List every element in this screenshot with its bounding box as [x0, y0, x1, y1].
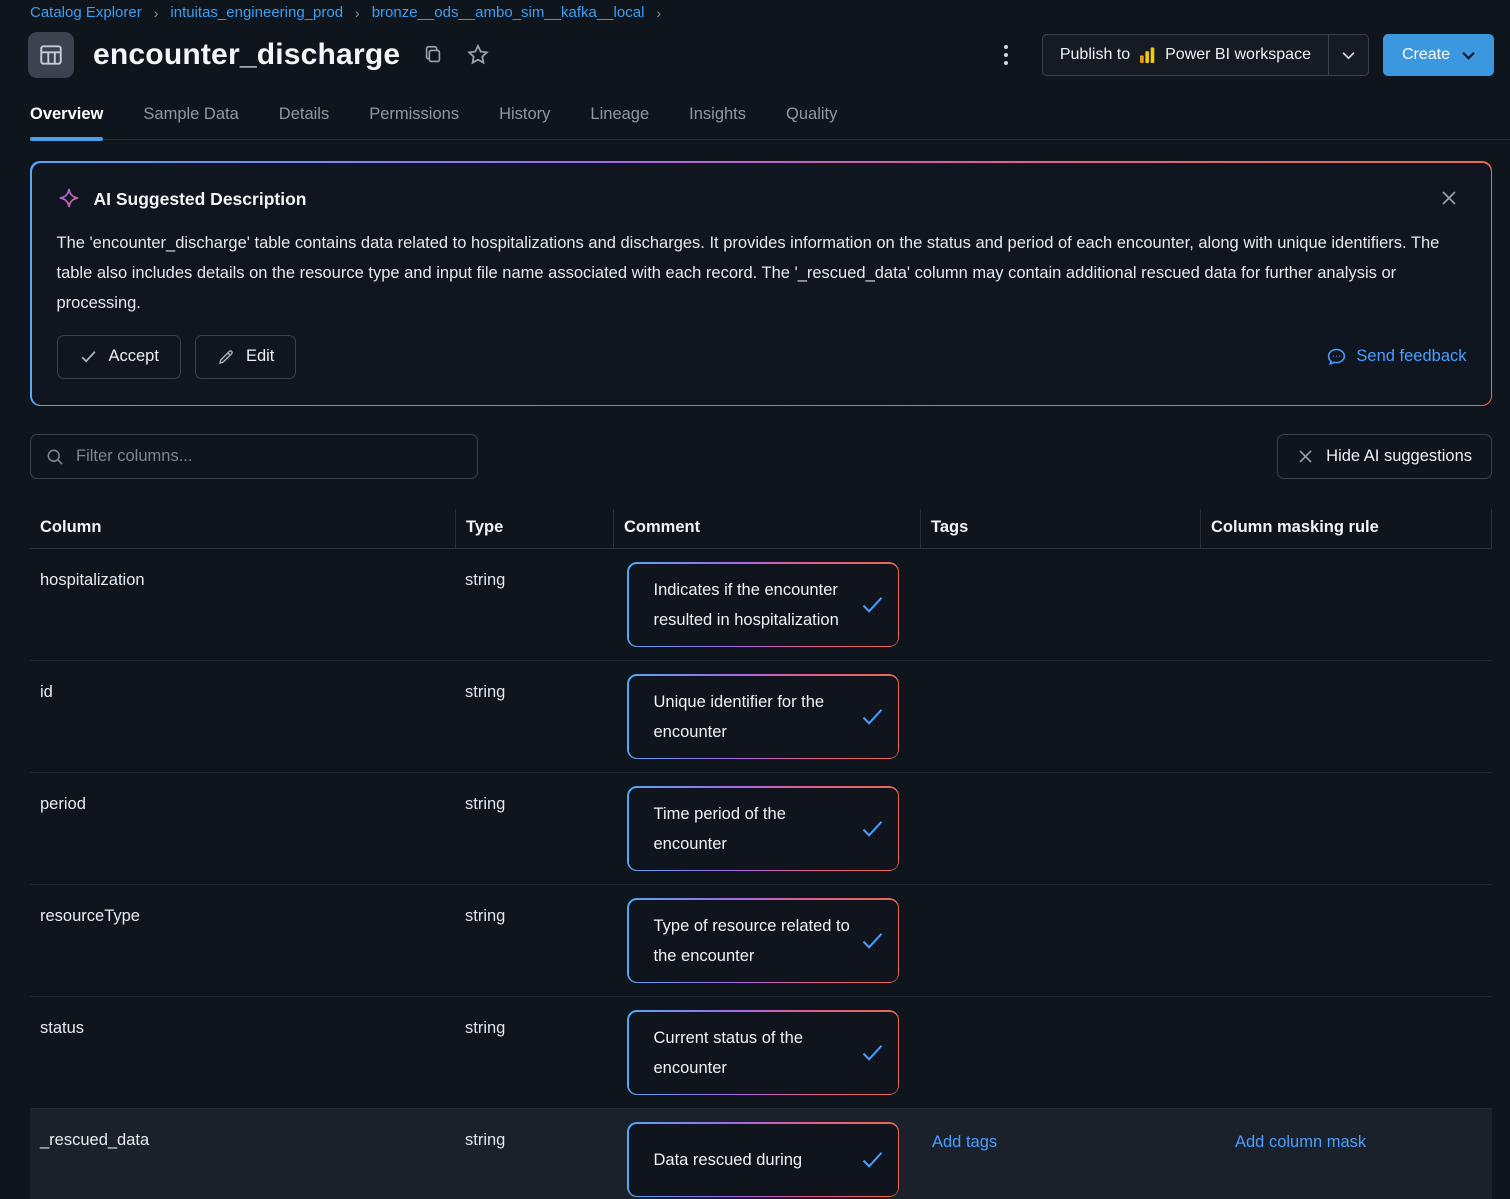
accept-comment-check-icon[interactable] [859, 815, 886, 842]
header-masking-rule: Column masking rule [1200, 509, 1492, 548]
header-comment: Comment [613, 509, 920, 548]
columns-table: Column Type Comment Tags Column masking … [30, 509, 1492, 1199]
publish-powerbi-button[interactable]: Publish to Power BI workspace [1043, 35, 1328, 75]
column-type: string [455, 885, 613, 996]
comment-text: Unique identifier for the encounter [654, 687, 853, 747]
title-row: encounter_discharge Publish to [28, 32, 1494, 78]
filter-columns-box [30, 434, 478, 479]
publish-prefix-label: Publish to [1060, 46, 1130, 64]
send-feedback-label: Send feedback [1356, 347, 1466, 366]
comment-text: Indicates if the encounter resulted in h… [654, 575, 853, 635]
ai-description-panel: AI Suggested Description The 'encounter_… [30, 161, 1492, 406]
column-name: id [30, 661, 455, 772]
tab-history[interactable]: History [499, 105, 550, 139]
accept-comment-check-icon[interactable] [859, 591, 886, 618]
table-row: period string Time period of the encount… [30, 773, 1492, 885]
add-tags-link[interactable]: Add tags [932, 1133, 997, 1152]
breadcrumb-catalog-explorer[interactable]: Catalog Explorer [30, 4, 142, 21]
header-column: Column [30, 509, 455, 548]
chevron-down-icon [1462, 51, 1475, 60]
header-tags: Tags [920, 509, 1200, 548]
comment-text: Time period of the encounter [654, 799, 853, 859]
page-title: encounter_discharge [93, 38, 400, 72]
x-icon [1297, 448, 1314, 465]
ai-comment-suggestion: Time period of the encounter [627, 786, 899, 871]
create-button[interactable]: Create [1383, 34, 1494, 76]
publish-dropdown-chevron-icon[interactable] [1328, 35, 1368, 75]
tab-details[interactable]: Details [279, 105, 329, 139]
breadcrumb-separator: › [656, 5, 661, 21]
breadcrumb-schema[interactable]: bronze__ods__ambo_sim__kafka__local [372, 4, 645, 21]
breadcrumb-separator: › [355, 5, 360, 21]
column-name: hospitalization [30, 549, 455, 660]
ai-comment-suggestion: Unique identifier for the encounter [627, 674, 899, 759]
send-feedback-link[interactable]: Send feedback [1326, 346, 1466, 367]
breadcrumb: Catalog Explorer › intuitas_engineering_… [0, 0, 1510, 21]
hide-ai-suggestions-button[interactable]: Hide AI suggestions [1277, 434, 1492, 479]
column-name: resourceType [30, 885, 455, 996]
column-type: string [455, 997, 613, 1108]
accept-comment-check-icon[interactable] [859, 1146, 886, 1173]
comment-text: Data rescued during [654, 1145, 853, 1175]
copy-name-icon[interactable] [420, 42, 446, 68]
powerbi-icon [1139, 47, 1156, 64]
ai-comment-suggestion: Type of resource related to the encounte… [627, 898, 899, 983]
publish-split-button: Publish to Power BI workspace [1042, 34, 1369, 76]
accept-comment-check-icon[interactable] [859, 1039, 886, 1066]
column-type: string [455, 661, 613, 772]
more-actions-kebab-icon[interactable] [994, 39, 1018, 71]
accept-label: Accept [109, 347, 159, 366]
edit-label: Edit [246, 347, 274, 366]
column-name: status [30, 997, 455, 1108]
column-type: string [455, 773, 613, 884]
edit-button[interactable]: Edit [195, 335, 296, 379]
ai-sparkle-icon [57, 187, 81, 211]
header-type: Type [455, 509, 613, 548]
tab-bar: Overview Sample Data Details Permissions… [30, 105, 1510, 140]
hide-ai-label: Hide AI suggestions [1326, 447, 1472, 466]
column-type: string [455, 549, 613, 660]
table-icon [28, 32, 74, 78]
close-icon[interactable] [1431, 184, 1467, 215]
tab-sample-data[interactable]: Sample Data [143, 105, 238, 139]
tab-permissions[interactable]: Permissions [369, 105, 459, 139]
comment-text: Current status of the encounter [654, 1023, 853, 1083]
catalog-explorer-page: Catalog Explorer › intuitas_engineering_… [0, 0, 1510, 1199]
publish-suffix-label: Power BI workspace [1165, 46, 1311, 64]
accept-comment-check-icon[interactable] [859, 927, 886, 954]
tab-overview[interactable]: Overview [30, 105, 103, 139]
column-type: string [455, 1109, 613, 1199]
search-icon [45, 447, 65, 467]
check-icon [79, 347, 98, 366]
ai-comment-suggestion: Data rescued during [627, 1122, 899, 1197]
table-row: _rescued_data string Data rescued during… [30, 1109, 1492, 1199]
table-row: status string Current status of the enco… [30, 997, 1492, 1109]
tab-insights[interactable]: Insights [689, 105, 746, 139]
table-row: resourceType string Type of resource rel… [30, 885, 1492, 997]
breadcrumb-separator: › [154, 5, 159, 21]
tab-lineage[interactable]: Lineage [590, 105, 649, 139]
column-name: period [30, 773, 455, 884]
feedback-bubble-icon [1326, 346, 1347, 367]
tab-quality[interactable]: Quality [786, 105, 837, 139]
accept-button[interactable]: Accept [57, 335, 181, 379]
create-label: Create [1402, 46, 1450, 64]
accept-comment-check-icon[interactable] [859, 703, 886, 730]
ai-comment-suggestion: Current status of the encounter [627, 1010, 899, 1095]
ai-panel-title: AI Suggested Description [94, 189, 307, 210]
table-header-row: Column Type Comment Tags Column masking … [30, 509, 1492, 549]
column-name: _rescued_data [30, 1109, 455, 1199]
pencil-icon [217, 348, 235, 366]
breadcrumb-catalog[interactable]: intuitas_engineering_prod [170, 4, 343, 21]
table-row: id string Unique identifier for the enco… [30, 661, 1492, 773]
columns-toolbar: Hide AI suggestions [30, 434, 1492, 479]
comment-text: Type of resource related to the encounte… [654, 911, 853, 971]
ai-description-text: The 'encounter_discharge' table contains… [57, 228, 1467, 318]
favorite-star-icon[interactable] [464, 41, 492, 69]
table-row: hospitalization string Indicates if the … [30, 549, 1492, 661]
filter-columns-input[interactable] [76, 447, 463, 466]
add-column-mask-link[interactable]: Add column mask [1235, 1133, 1366, 1152]
ai-comment-suggestion: Indicates if the encounter resulted in h… [627, 562, 899, 647]
